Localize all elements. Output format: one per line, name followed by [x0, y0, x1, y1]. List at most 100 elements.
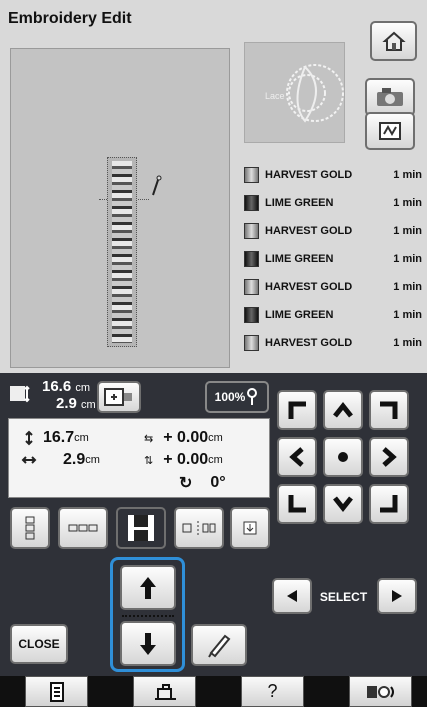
pen-icon — [208, 634, 231, 658]
sewing-machine-icon — [154, 683, 176, 700]
move-up-left-button[interactable] — [277, 390, 317, 430]
thread-row[interactable]: HARVEST GOLD 1 min — [244, 332, 422, 354]
thread-mark-button[interactable] — [230, 507, 270, 549]
up-arrow-icon — [333, 401, 353, 418]
zoom-label: 100% — [214, 390, 246, 404]
thread-spool-icon — [244, 335, 259, 351]
hoop-view-icon — [379, 122, 401, 140]
up-left-arrow-icon — [288, 401, 306, 419]
thread-time: 1 min — [393, 281, 422, 293]
thread-spool-icon — [244, 307, 259, 323]
move-down-right-button[interactable] — [369, 484, 409, 524]
camera-icon — [377, 88, 403, 106]
thread-time: 1 min — [393, 169, 422, 181]
move-right-button[interactable] — [369, 437, 409, 477]
close-button[interactable]: CLOSE — [10, 624, 68, 664]
home-button[interactable] — [370, 21, 417, 61]
document-icon — [49, 681, 64, 702]
pattern-preview: Lace — [244, 42, 345, 143]
rotation-row: ↻ 0° — [179, 473, 226, 493]
thread-time: 1 min — [393, 197, 422, 209]
move-pattern-up-button[interactable] — [120, 565, 176, 610]
svg-text:Lace: Lace — [265, 91, 285, 101]
move-down-button[interactable] — [323, 484, 363, 524]
center-dot-icon — [338, 452, 348, 462]
horizontal-repeat-icon — [68, 524, 98, 532]
separate-pattern-icon — [182, 521, 216, 535]
bottom-bar: ? — [0, 676, 427, 707]
x-offset-unit: cm — [208, 432, 223, 444]
help-button[interactable]: ? — [241, 676, 304, 707]
hoop-icon — [104, 388, 132, 406]
thread-spool-icon — [244, 251, 259, 267]
settings-button[interactable] — [349, 676, 412, 707]
thread-name: LIME GREEN — [265, 253, 334, 265]
vertical-repeat-icon — [25, 516, 35, 540]
thread-spool-icon — [244, 167, 259, 183]
height-icon — [25, 430, 33, 446]
move-down-left-button[interactable] — [277, 484, 317, 524]
right-triangle-icon — [392, 590, 402, 602]
x-offset: + 0.00 — [163, 429, 209, 446]
hoop-selection-button[interactable] — [97, 381, 141, 413]
move-left-button[interactable] — [277, 437, 317, 477]
y-offset-icon: ⇅ — [144, 454, 154, 467]
y-offset: + 0.00 — [163, 451, 209, 468]
vertical-layout-button[interactable] — [10, 507, 50, 549]
thread-name: LIME GREEN — [265, 309, 334, 321]
select-previous-button[interactable] — [272, 578, 312, 614]
document-button[interactable] — [25, 676, 88, 707]
camera-button[interactable] — [365, 78, 415, 116]
thread-name: HARVEST GOLD — [265, 337, 353, 349]
magnifier-icon — [247, 388, 258, 405]
stitch-view-button[interactable] — [365, 112, 415, 150]
thread-time: 1 min — [393, 337, 422, 349]
needle-icon — [152, 175, 162, 196]
move-up-right-button[interactable] — [369, 390, 409, 430]
edit-info-panel: 16.7 cm 2.9 cm ⇆ + 0.00 cm ⇅ + 0.00 cm ↻ 0° — [8, 418, 270, 498]
select-label: SELECT — [319, 590, 368, 604]
arrow-pad — [277, 382, 417, 540]
height-row: 16.7 cm — [21, 429, 89, 447]
width-row: 2.9 cm — [21, 451, 100, 469]
thread-name: HARVEST GOLD — [265, 281, 353, 293]
left-triangle-icon — [287, 590, 297, 602]
split-layout-button[interactable] — [116, 507, 166, 549]
rotate-icon: ↻ — [179, 475, 193, 492]
center-button[interactable] — [323, 437, 363, 477]
thread-spool-icon — [244, 195, 259, 211]
width-unit: cm — [85, 454, 100, 466]
x-offset-row: ⇆ + 0.00 cm — [144, 429, 223, 447]
thread-row[interactable]: HARVEST GOLD 1 min — [244, 164, 422, 186]
select-next-button[interactable] — [377, 578, 417, 614]
move-pattern-down-button[interactable] — [120, 621, 176, 666]
thread-row[interactable]: HARVEST GOLD 1 min — [244, 220, 422, 242]
pattern-width: 2.9 — [56, 395, 77, 412]
sewing-machine-button[interactable] — [133, 676, 196, 707]
thread-name: LIME GREEN — [265, 197, 334, 209]
separate-layout-button[interactable] — [174, 507, 224, 549]
edit-pattern-button[interactable] — [191, 624, 247, 666]
right-arrow-icon — [382, 447, 397, 467]
size-unit: cm — [75, 382, 91, 394]
arrow-divider — [122, 615, 174, 617]
height-unit: cm — [74, 432, 89, 444]
close-label: CLOSE — [18, 637, 60, 651]
down-right-arrow-icon — [380, 495, 398, 513]
rotation-value: 0° — [210, 474, 226, 491]
split-pattern-icon — [128, 515, 154, 541]
screen-title: Embroidery Edit — [8, 10, 132, 27]
thread-row[interactable]: LIME GREEN 1 min — [244, 248, 422, 270]
preview-pattern-icon: Lace — [265, 64, 344, 123]
thread-row[interactable]: HARVEST GOLD 1 min — [244, 276, 422, 298]
down-left-arrow-icon — [288, 495, 306, 513]
embroidery-canvas[interactable] — [10, 48, 230, 368]
zoom-button[interactable]: 100% — [205, 381, 269, 413]
horizontal-layout-button[interactable] — [58, 507, 108, 549]
thread-row[interactable]: LIME GREEN 1 min — [244, 192, 422, 214]
edit-width: 2.9 — [63, 451, 86, 468]
move-up-button[interactable] — [323, 390, 363, 430]
settings-icon — [366, 685, 394, 698]
thread-row[interactable]: LIME GREEN 1 min — [244, 304, 422, 326]
y-offset-unit: cm — [208, 454, 223, 466]
